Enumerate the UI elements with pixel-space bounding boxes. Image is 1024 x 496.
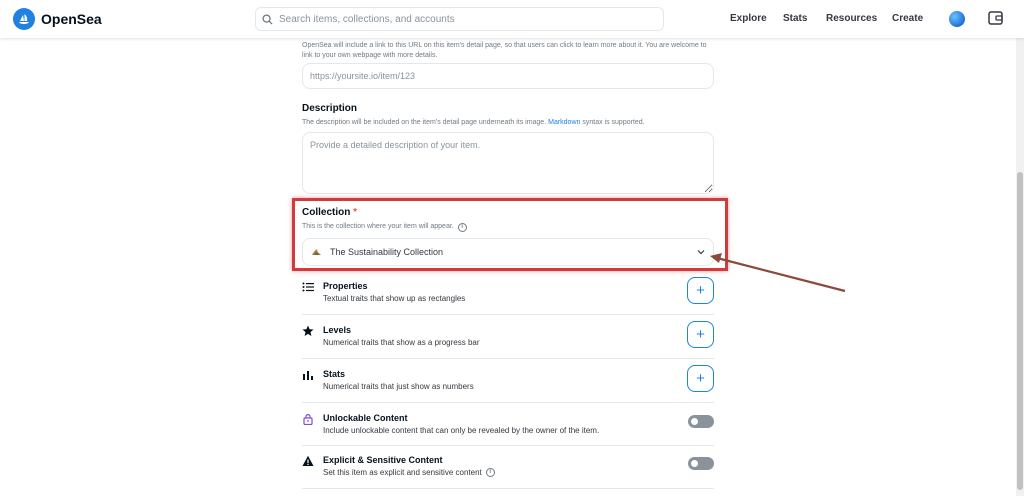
brand-logo-link[interactable]: OpenSea [13,8,102,30]
nav-stats[interactable]: Stats [783,13,807,24]
brand-name: OpenSea [41,11,102,27]
explicit-toggle[interactable] [688,457,714,470]
trait-description: Numerical traits that just show as numbe… [323,382,474,391]
info-icon[interactable]: i [457,222,467,232]
collection-selected-value: The Sustainability Collection [330,247,444,257]
trait-title: Properties [323,281,368,291]
search-icon [262,13,273,25]
divider [302,445,714,446]
nav-create[interactable]: Create [892,13,923,24]
unlockable-description: Include unlockable content that can only… [323,426,600,435]
nav-resources[interactable]: Resources [826,13,877,24]
chevron-down-icon [697,250,705,255]
divider [302,402,714,403]
collection-thumbnail [312,248,321,255]
divider [302,358,714,359]
list-icon [302,282,314,292]
annotation-arrow [710,253,846,293]
warning-icon [302,455,314,466]
trait-title: Levels [323,325,352,335]
info-icon[interactable]: i [485,468,495,477]
markdown-link[interactable]: Markdown [548,119,580,126]
profile-avatar[interactable] [949,11,965,27]
collection-hint: This is the collection where your item w… [302,222,467,232]
search-bar[interactable] [255,7,664,31]
required-mark: * [353,207,358,218]
explicit-description: Set this item as explicit and sensitive … [323,468,495,477]
divider [302,314,714,315]
star-icon [302,325,314,336]
unlockable-toggle[interactable] [688,415,714,428]
description-textarea[interactable] [302,132,714,194]
trait-description: Numerical traits that show as a progress… [323,338,480,347]
trait-description: Textual traits that show up as rectangle… [323,294,466,303]
collection-label: Collection * [302,207,358,218]
lock-icon [303,414,313,425]
description-hint: The description will be included on the … [302,119,645,126]
toggle-knob [691,460,698,467]
bar-chart-icon [303,371,313,380]
search-input[interactable] [279,13,649,25]
trait-title: Stats [323,369,346,379]
add-stats-button[interactable]: + [687,365,714,392]
description-label: Description [302,103,358,114]
add-properties-button[interactable]: + [687,277,714,304]
collection-select[interactable]: The Sustainability Collection [302,238,714,266]
opensea-logo-icon [13,8,35,30]
top-header: OpenSea Explore Stats Resources Create [0,0,1024,38]
nav-explore[interactable]: Explore [730,13,767,24]
divider [302,488,714,489]
unlockable-title: Unlockable Content [323,413,408,423]
external-link-hint: OpenSea will include a link to this URL … [302,42,707,59]
add-levels-button[interactable]: + [687,321,714,348]
external-link-input[interactable] [302,63,714,89]
explicit-title: Explicit & Sensitive Content [323,455,443,465]
toggle-knob [691,418,698,425]
wallet-icon[interactable] [988,11,1003,25]
scrollbar-thumb[interactable] [1017,172,1023,490]
